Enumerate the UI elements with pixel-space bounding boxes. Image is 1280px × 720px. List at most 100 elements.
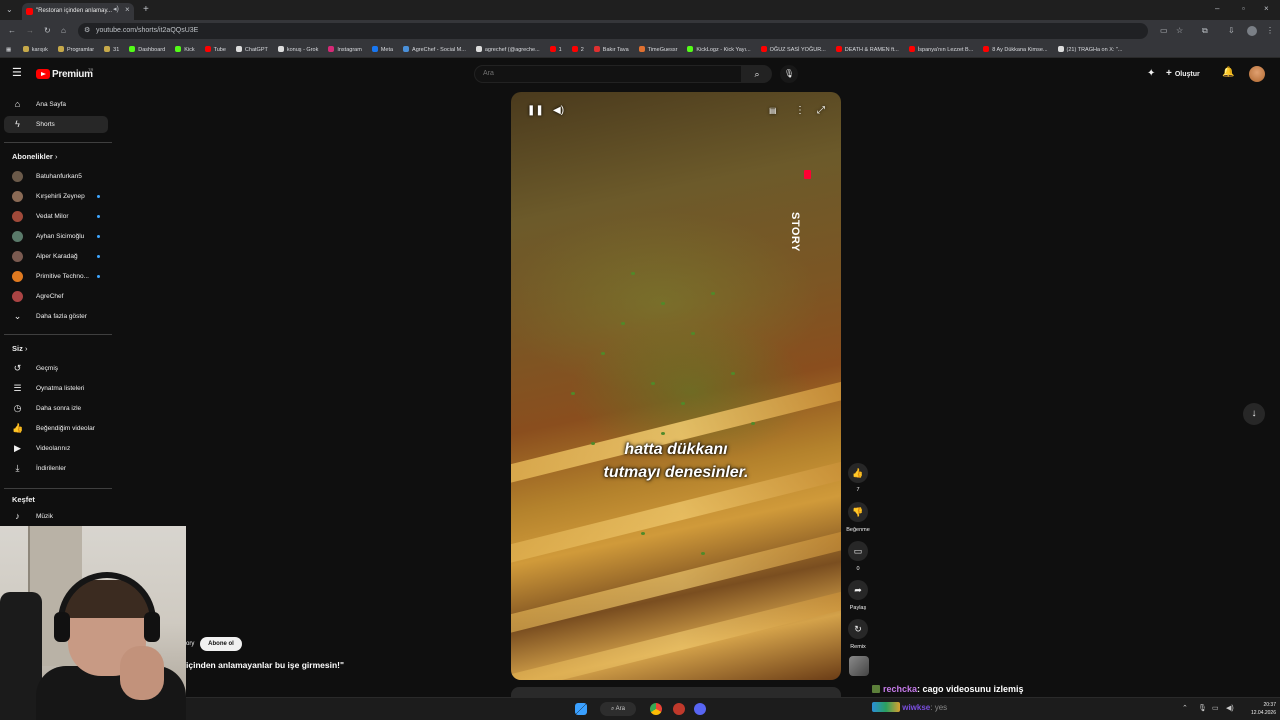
captions-icon[interactable]: ▤ xyxy=(769,107,777,115)
watch-later-icon: ◷ xyxy=(13,403,22,413)
network-icon[interactable]: ▭ xyxy=(1212,704,1219,712)
youtube-logo-text[interactable]: Premium xyxy=(52,69,93,80)
subscriptions-header[interactable]: Abonelikler › xyxy=(12,152,57,161)
bookmark-item[interactable]: 1 xyxy=(549,42,562,57)
chrome-icon[interactable] xyxy=(650,703,662,715)
bookmark-item[interactable]: OĞUZ SASİ YOĞUR... xyxy=(760,42,826,57)
bookmark-item[interactable]: Meta xyxy=(371,42,393,57)
bookmark-item[interactable]: Dashboard xyxy=(129,42,165,57)
discord-icon[interactable] xyxy=(694,703,706,715)
taskbar-clock[interactable]: 20:37 12.04.2026 xyxy=(1246,701,1276,717)
sidebar-item-home[interactable]: ⌂ Ana Sayfa xyxy=(4,96,108,113)
like-button[interactable]: 👍 xyxy=(848,463,868,483)
sidebar-item-you[interactable]: ☰ Oynatma listeleri xyxy=(4,380,108,397)
bookmark-star-icon[interactable]: ☆ xyxy=(1176,27,1183,35)
tray-mic-icon[interactable]: 🎙 xyxy=(1198,704,1207,712)
subscription-item[interactable]: Alper Karadağ xyxy=(4,248,108,265)
forward-icon[interactable]: → xyxy=(26,27,34,35)
install-app-icon[interactable]: ▭ xyxy=(1160,27,1168,35)
channel-name-fragment[interactable]: ory xyxy=(186,637,194,651)
sidebar-item-you[interactable]: 👍 Beğendiğim videolar xyxy=(4,420,108,437)
bookmark-item[interactable]: DEATH & RAMEN ft... xyxy=(835,42,899,57)
bookmark-item[interactable]: agrechef (@agreche... xyxy=(475,42,540,57)
bookmark-item[interactable]: 8 Ay Dükkana Kimse... xyxy=(983,42,1048,57)
downloads-icon[interactable]: ⇩ xyxy=(1228,27,1235,35)
create-button[interactable]: + Oluştur xyxy=(1166,66,1212,82)
comments-button[interactable]: ▭ xyxy=(848,541,868,561)
profile-avatar[interactable] xyxy=(1247,26,1257,36)
subscribe-button[interactable]: Abone ol xyxy=(200,637,242,651)
bookmark-item[interactable]: İspanya'nın Lezzet B... xyxy=(908,42,973,57)
bookmark-item[interactable]: ChatGPT xyxy=(235,42,268,57)
subscription-item[interactable]: Vedat Milor xyxy=(4,208,108,225)
next-video-button[interactable]: ↓ xyxy=(1243,403,1265,425)
subscription-item[interactable]: AgreChef xyxy=(4,288,108,305)
minimize-icon[interactable]: – xyxy=(1215,5,1219,13)
sidebar-item-you[interactable]: ◷ Daha sonra izle xyxy=(4,400,108,417)
home-icon[interactable]: ⌂ xyxy=(61,27,66,35)
subscription-item[interactable]: Kırşehirli Zeynep xyxy=(4,188,108,205)
volume-icon[interactable]: ◀) xyxy=(553,106,564,116)
bookmark-item[interactable]: karışık xyxy=(22,42,48,57)
guide-menu-icon[interactable]: ☰ xyxy=(12,68,22,79)
window-close-icon[interactable]: × xyxy=(1264,5,1269,13)
sound-thumbnail[interactable] xyxy=(849,656,869,676)
more-options-icon[interactable]: ⋮ xyxy=(795,106,805,116)
back-icon[interactable]: ← xyxy=(8,27,16,35)
taskbar-search[interactable]: ⌕ Ara xyxy=(600,702,636,716)
cast-icon[interactable]: ✦ xyxy=(1147,69,1155,79)
new-tab-icon[interactable]: + xyxy=(143,5,149,15)
notifications-bell-icon[interactable]: 🔔 xyxy=(1222,68,1234,78)
dislike-button[interactable]: 👎 xyxy=(848,502,868,522)
shorts-video-player[interactable]: ❚❚ ◀) ▤ ⋮ ⤢ STORY hatta dükkanı tutmayı … xyxy=(511,92,841,680)
remix-button[interactable]: ↻ xyxy=(848,619,868,639)
pause-icon[interactable]: ❚❚ xyxy=(527,106,544,116)
sidebar-item-shorts[interactable]: ϟ Shorts xyxy=(4,116,108,133)
sidebar-item-you[interactable]: ▶ Videolarınız xyxy=(4,440,108,457)
bookmark-item[interactable]: konuş - Grok xyxy=(277,42,318,57)
show-more-button[interactable]: ⌄ Daha fazla göster xyxy=(4,308,108,325)
bookmark-item[interactable]: KickLogz - Kick Yayı... xyxy=(687,42,751,57)
account-avatar[interactable] xyxy=(1249,66,1265,82)
tab-search-icon[interactable]: ⌄ xyxy=(6,6,13,14)
tab-close-icon[interactable]: × xyxy=(125,6,130,14)
address-bar[interactable]: ⚙ youtube.com/shorts/it2aQQsU3E ▭ ☆ xyxy=(78,23,1183,39)
share-button[interactable]: ➦ xyxy=(848,580,868,600)
bookmark-item[interactable]: Kick xyxy=(175,42,195,57)
you-header[interactable]: Siz › xyxy=(12,344,27,353)
apps-icon[interactable]: ▦ xyxy=(6,42,11,57)
bookmark-item[interactable]: Instagram xyxy=(328,42,362,57)
bookmark-item[interactable]: AgreChef - Social M... xyxy=(403,42,466,57)
reload-icon[interactable]: ↻ xyxy=(44,27,51,35)
tray-overflow-icon[interactable]: ⌃ xyxy=(1182,704,1188,712)
search-button[interactable]: ⌕ xyxy=(742,65,772,83)
bookmark-item[interactable]: 2 xyxy=(571,42,584,57)
youtube-logo-icon[interactable] xyxy=(36,69,50,79)
subscription-item[interactable]: Batuhanfurkan5 xyxy=(4,168,108,185)
extensions-icon[interactable]: ⧉ xyxy=(1202,27,1208,35)
bookmark-item[interactable]: Bakır Tava xyxy=(593,42,629,57)
bookmark-item[interactable]: Tube xyxy=(204,42,226,57)
maximize-icon[interactable]: ▫ xyxy=(1242,5,1245,13)
tab-audio-icon[interactable]: ◂) xyxy=(113,6,119,13)
voice-search-button[interactable]: 🎙 xyxy=(780,65,798,83)
sidebar-item-you[interactable]: ↺ Geçmiş xyxy=(4,360,108,377)
subscription-item[interactable]: Ayhan Sicimoğlu xyxy=(4,228,108,245)
bookmark-item[interactable]: Programlar xyxy=(57,42,94,57)
bookmark-favicon-icon xyxy=(204,46,211,52)
site-info-icon[interactable]: ⚙ xyxy=(84,27,90,34)
sidebar-item-music[interactable]: ♪ Müzik xyxy=(4,508,108,525)
sidebar-item-you[interactable]: ⤓ İndirilenler xyxy=(4,460,108,477)
search-input[interactable]: Ara xyxy=(474,65,742,83)
bookmark-item[interactable]: 31 xyxy=(104,42,119,57)
subscription-item[interactable]: Primitive Techno... xyxy=(4,268,108,285)
bookmark-item[interactable]: TimeGuessr xyxy=(638,42,677,57)
next-short-preview[interactable] xyxy=(511,687,841,697)
fullscreen-icon[interactable]: ⤢ xyxy=(817,106,825,116)
obs-icon[interactable] xyxy=(673,703,685,715)
browser-menu-icon[interactable]: ⋮ xyxy=(1266,27,1274,35)
windows-start-icon[interactable] xyxy=(575,703,587,715)
volume-icon[interactable]: ◀) xyxy=(1226,704,1234,712)
bookmark-favicon-icon xyxy=(549,46,556,52)
bookmark-item[interactable]: (21) TRAGHa on X: "... xyxy=(1057,42,1122,57)
